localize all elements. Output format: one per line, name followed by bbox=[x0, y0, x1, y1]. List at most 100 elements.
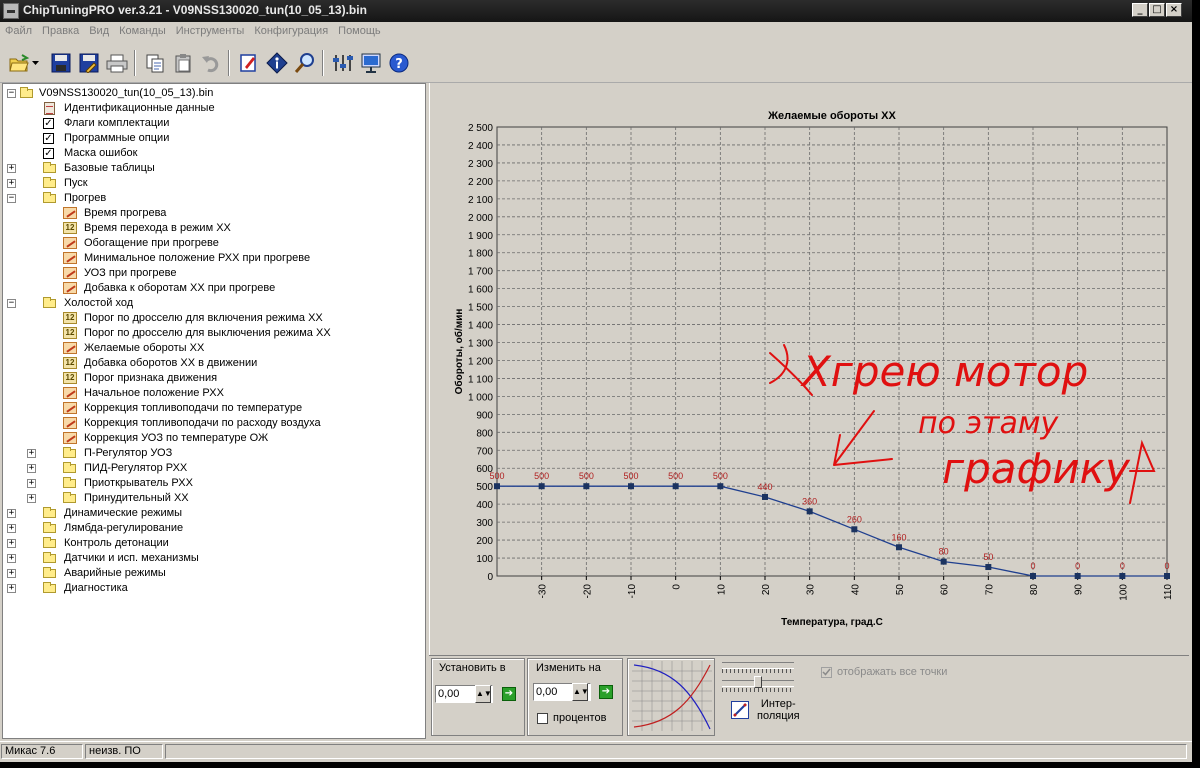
tree-item[interactable]: 12 Порог по дросселю для включения режима… bbox=[3, 311, 423, 326]
expand-icon[interactable]: + bbox=[27, 479, 36, 488]
expand-icon[interactable]: + bbox=[27, 464, 36, 473]
expand-icon[interactable]: + bbox=[7, 524, 16, 533]
menu-help[interactable]: Помощь bbox=[333, 22, 386, 37]
settings-icon[interactable] bbox=[330, 50, 356, 76]
menu-tools[interactable]: Инструменты bbox=[171, 22, 250, 37]
menu-view[interactable]: Вид bbox=[84, 22, 114, 37]
tree-item[interactable]: + П-Регулятор УОЗ bbox=[3, 446, 423, 461]
menu-commands[interactable]: Команды bbox=[114, 22, 171, 37]
tree-item-label: Начальное положение РХХ bbox=[84, 387, 224, 399]
close-button[interactable]: × bbox=[1166, 3, 1182, 17]
tree-item-label: Флаги комплектации bbox=[64, 117, 170, 129]
slider-track-top[interactable] bbox=[722, 662, 794, 669]
tree-item[interactable]: + Лямбда-регулирование bbox=[3, 521, 423, 536]
graph-icon bbox=[62, 341, 78, 355]
navigation-tree[interactable]: − V09NSS130020_tun(10_05_13).bin Идентиф… bbox=[2, 83, 426, 739]
expand-icon[interactable]: + bbox=[7, 539, 16, 548]
set-value-spinner[interactable]: ▲▼ bbox=[475, 685, 492, 703]
save-as-icon[interactable] bbox=[76, 50, 102, 76]
apply-set-button[interactable]: ➔ bbox=[502, 687, 516, 701]
tree-item[interactable]: + Аварийные режимы bbox=[3, 566, 423, 581]
y-tick-label: 400 bbox=[476, 500, 493, 511]
idle-rpm-chart[interactable]: 01002003004005006007008009001 0001 1001 … bbox=[430, 83, 1190, 655]
info-icon[interactable] bbox=[264, 50, 290, 76]
tree-item[interactable]: + Датчики и исп. механизмы bbox=[3, 551, 423, 566]
graph-icon bbox=[62, 386, 78, 400]
tree-item[interactable]: + Контроль детонации bbox=[3, 536, 423, 551]
tree-item[interactable]: ✓ Маска ошибок bbox=[3, 146, 423, 161]
tree-item[interactable]: − Холостой ход bbox=[3, 296, 423, 311]
interpolation-label[interactable]: Интер- поляция bbox=[757, 698, 800, 722]
x-tick-label: 60 bbox=[940, 584, 951, 596]
folder-icon bbox=[42, 161, 58, 175]
tree-item[interactable]: Время прогрева bbox=[3, 206, 423, 221]
change-value-spinner[interactable]: ▲▼ bbox=[572, 683, 589, 701]
expand-icon[interactable]: + bbox=[7, 179, 16, 188]
tree-item[interactable]: 12 Добавка оборотов ХХ в движении bbox=[3, 356, 423, 371]
expand-icon[interactable]: + bbox=[7, 554, 16, 563]
slider-thumb[interactable] bbox=[754, 676, 762, 688]
tree-item[interactable]: ✓ Флаги комплектации bbox=[3, 116, 423, 131]
save-icon[interactable] bbox=[48, 50, 74, 76]
tree-item[interactable]: 12 Время перехода в режим ХХ bbox=[3, 221, 423, 236]
tree-item[interactable]: Обогащение при прогреве bbox=[3, 236, 423, 251]
app-icon[interactable] bbox=[3, 3, 19, 19]
connect-icon[interactable] bbox=[358, 50, 384, 76]
apply-change-button[interactable]: ➔ bbox=[599, 685, 613, 699]
expand-icon[interactable]: + bbox=[27, 449, 36, 458]
print-icon[interactable] bbox=[104, 50, 130, 76]
x-tick-label: -20 bbox=[582, 584, 593, 599]
tree-item[interactable]: Добавка к оборотам ХХ при прогреве bbox=[3, 281, 423, 296]
status-bar: Микас 7.6 неизв. ПО bbox=[0, 741, 1192, 761]
copy-icon[interactable] bbox=[142, 50, 168, 76]
expand-icon[interactable]: + bbox=[7, 164, 16, 173]
tree-item[interactable]: Начальное положение РХХ bbox=[3, 386, 423, 401]
curve-preview-icon[interactable] bbox=[632, 661, 712, 731]
tree-item[interactable]: Идентификационные данные bbox=[3, 101, 423, 116]
expand-icon[interactable]: + bbox=[7, 509, 16, 518]
undo-icon[interactable] bbox=[198, 50, 224, 76]
menu-edit[interactable]: Правка bbox=[37, 22, 84, 37]
tree-item[interactable]: Коррекция топливоподачи по расходу возду… bbox=[3, 416, 423, 431]
menu-file[interactable]: Файл bbox=[0, 22, 37, 37]
tree-item[interactable]: Минимальное положение РХХ при прогреве bbox=[3, 251, 423, 266]
tree-item[interactable]: + Диагностика bbox=[3, 581, 423, 596]
tree-item[interactable]: − Прогрев bbox=[3, 191, 423, 206]
expand-icon[interactable]: + bbox=[7, 584, 16, 593]
tree-item-label: Контроль детонации bbox=[64, 537, 169, 549]
help-icon[interactable]: ? bbox=[386, 50, 412, 76]
expand-icon[interactable]: + bbox=[7, 569, 16, 578]
percent-checkbox[interactable] bbox=[537, 713, 548, 724]
collapse-icon[interactable]: − bbox=[7, 299, 16, 308]
interpolation-icon[interactable] bbox=[731, 701, 749, 719]
tree-item[interactable]: + ПИД-Регулятор РХХ bbox=[3, 461, 423, 476]
tree-item[interactable]: + Принудительный ХХ bbox=[3, 491, 423, 506]
collapse-icon[interactable]: − bbox=[7, 194, 16, 203]
edit-icon[interactable] bbox=[236, 50, 262, 76]
minimize-button[interactable]: _ bbox=[1132, 3, 1148, 17]
tree-item[interactable]: Коррекция топливоподачи по температуре bbox=[3, 401, 423, 416]
tree-item[interactable]: ✓ Программные опции bbox=[3, 131, 423, 146]
tree-item[interactable]: 12 Порог признака движения bbox=[3, 371, 423, 386]
tree-item[interactable]: Коррекция УОЗ по температуре ОЖ bbox=[3, 431, 423, 446]
show-all-points-checkbox[interactable] bbox=[821, 667, 832, 678]
data-label: 0 bbox=[1075, 561, 1080, 571]
tree-item-label: Программные опции bbox=[64, 132, 170, 144]
y-tick-label: 1 700 bbox=[468, 267, 493, 278]
dropdown-arrow-icon[interactable] bbox=[30, 50, 42, 76]
tree-item[interactable]: 12 Порог по дросселю для выключения режим… bbox=[3, 326, 423, 341]
tree-item[interactable]: УОЗ при прогреве bbox=[3, 266, 423, 281]
expand-icon[interactable]: + bbox=[27, 494, 36, 503]
tree-item[interactable]: + Динамические режимы bbox=[3, 506, 423, 521]
collapse-icon[interactable]: − bbox=[7, 89, 16, 98]
maximize-button[interactable]: □ bbox=[1149, 3, 1165, 17]
tree-item[interactable]: + Приоткрыватель РХХ bbox=[3, 476, 423, 491]
tree-item[interactable]: Желаемые обороты ХХ bbox=[3, 341, 423, 356]
search-icon[interactable] bbox=[292, 50, 318, 76]
menu-configuration[interactable]: Конфигурация bbox=[249, 22, 333, 37]
open-icon[interactable] bbox=[6, 50, 32, 76]
tree-item[interactable]: + Базовые таблицы bbox=[3, 161, 423, 176]
tree-item[interactable]: + Пуск bbox=[3, 176, 423, 191]
y-tick-label: 300 bbox=[476, 518, 493, 529]
paste-icon[interactable] bbox=[170, 50, 196, 76]
